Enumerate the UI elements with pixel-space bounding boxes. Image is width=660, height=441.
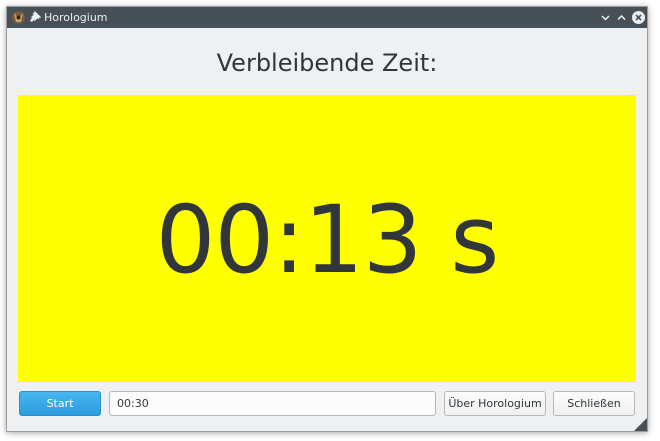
chevron-up-icon[interactable] [614,10,629,25]
about-button[interactable]: Über Horologium [444,391,546,416]
app-window: Horologium Verbleibende Zeit: 00:13 s St… [6,6,648,432]
pin-icon[interactable] [29,11,41,23]
close-button[interactable]: Schließen [553,391,635,416]
timer-display: 00:13 s [18,95,636,382]
remaining-time-heading: Verbleibende Zeit: [216,49,438,77]
duration-input[interactable]: 00:30 [109,391,436,416]
start-button[interactable]: Start [19,391,101,416]
window-title: Horologium [44,11,108,24]
chevron-down-icon[interactable] [598,10,613,25]
title-bar[interactable]: Horologium [7,7,647,28]
remaining-time-value: 00:13 s [155,186,500,295]
close-icon[interactable] [631,10,646,25]
horologium-app-icon[interactable] [11,10,26,25]
resize-grip-icon[interactable] [634,418,647,431]
